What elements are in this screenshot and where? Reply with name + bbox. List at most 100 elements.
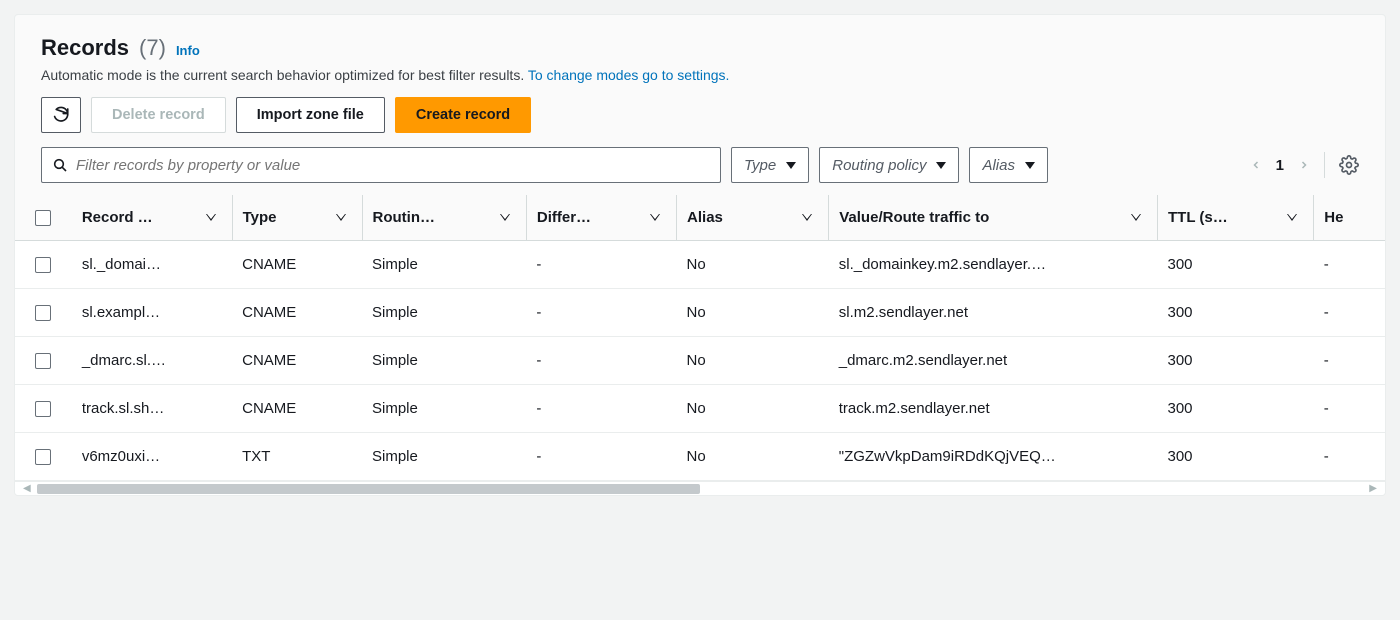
table-row[interactable]: sl._domai…CNAMESimple-Nosl._domainkey.m2…: [15, 241, 1385, 289]
col-routing[interactable]: Routin…: [362, 195, 526, 241]
pagination: 1: [1250, 152, 1359, 178]
cell-alias: No: [677, 385, 829, 433]
row-checkbox[interactable]: [35, 305, 51, 321]
alias-filter[interactable]: Alias: [969, 147, 1048, 183]
filter-row: Type Routing policy Alias 1: [41, 147, 1359, 183]
chevron-down-icon: [786, 162, 796, 169]
subtitle-text: Automatic mode is the current search beh…: [41, 67, 528, 83]
routing-filter-label: Routing policy: [832, 157, 926, 174]
refresh-button[interactable]: [41, 97, 81, 133]
records-panel: Records (7) Info Automatic mode is the c…: [14, 14, 1386, 496]
alias-filter-label: Alias: [982, 157, 1015, 174]
cell-ttl: 300: [1158, 433, 1314, 481]
cell-ttl: 300: [1158, 385, 1314, 433]
filter-icon: [1287, 214, 1297, 221]
next-page-button[interactable]: [1298, 156, 1310, 174]
row-checkbox[interactable]: [35, 353, 51, 369]
cell-record-name: sl.exampl…: [72, 289, 232, 337]
search-input[interactable]: [76, 157, 710, 174]
col-health[interactable]: He: [1314, 195, 1385, 241]
refresh-icon: [52, 106, 70, 124]
cell-record-name: sl._domai…: [72, 241, 232, 289]
col-type[interactable]: Type: [232, 195, 362, 241]
col-differentiator[interactable]: Differ…: [526, 195, 676, 241]
scrollbar-thumb[interactable]: [37, 484, 700, 494]
cell-routing: Simple: [362, 385, 526, 433]
select-all-checkbox[interactable]: [35, 210, 51, 226]
page-number: 1: [1276, 157, 1284, 174]
col-ttl[interactable]: TTL (s…: [1158, 195, 1314, 241]
cell-value: sl._domainkey.m2.sendlayer.…: [829, 241, 1158, 289]
cell-ttl: 300: [1158, 337, 1314, 385]
search-icon: [52, 157, 68, 173]
cell-health: -: [1314, 241, 1385, 289]
col-alias[interactable]: Alias: [677, 195, 829, 241]
cell-ttl: 300: [1158, 241, 1314, 289]
cell-differentiator: -: [526, 241, 676, 289]
routing-filter[interactable]: Routing policy: [819, 147, 959, 183]
cell-value: track.m2.sendlayer.net: [829, 385, 1158, 433]
actions-row: Delete record Import zone file Create re…: [41, 97, 1359, 133]
chevron-down-icon: [1025, 162, 1035, 169]
cell-alias: No: [677, 433, 829, 481]
cell-routing: Simple: [362, 289, 526, 337]
prev-page-button[interactable]: [1250, 156, 1262, 174]
cell-record-name: track.sl.sh…: [72, 385, 232, 433]
cell-type: CNAME: [232, 385, 362, 433]
col-record-name[interactable]: Record …: [72, 195, 232, 241]
table-row[interactable]: v6mz0uxi…TXTSimple-No"ZGZwVkpDam9iRDdKQj…: [15, 433, 1385, 481]
cell-type: CNAME: [232, 337, 362, 385]
row-checkbox[interactable]: [35, 449, 51, 465]
divider: [1324, 152, 1325, 178]
records-table: Record … Type Routin… Differ… Alias Valu…: [15, 195, 1385, 481]
search-box[interactable]: [41, 147, 721, 183]
cell-value: "ZGZwVkpDam9iRDdKQjVEQ…: [829, 433, 1158, 481]
row-checkbox[interactable]: [35, 257, 51, 273]
cell-health: -: [1314, 289, 1385, 337]
settings-link[interactable]: To change modes go to settings.: [528, 67, 730, 83]
table-container: Record … Type Routin… Differ… Alias Valu…: [15, 195, 1385, 481]
type-filter-label: Type: [744, 157, 776, 174]
row-checkbox[interactable]: [35, 401, 51, 417]
col-value[interactable]: Value/Route traffic to: [829, 195, 1158, 241]
filter-icon: [650, 214, 660, 221]
cell-alias: No: [677, 241, 829, 289]
chevron-left-icon: [1250, 156, 1262, 174]
scroll-right-icon: ▶: [1367, 484, 1377, 494]
cell-type: TXT: [232, 433, 362, 481]
cell-differentiator: -: [526, 337, 676, 385]
filter-icon: [500, 214, 510, 221]
cell-health: -: [1314, 337, 1385, 385]
cell-value: _dmarc.m2.sendlayer.net: [829, 337, 1158, 385]
gear-icon: [1339, 155, 1359, 175]
cell-value: sl.m2.sendlayer.net: [829, 289, 1158, 337]
cell-record-name: v6mz0uxi…: [72, 433, 232, 481]
panel-header: Records (7) Info Automatic mode is the c…: [15, 15, 1385, 195]
type-filter[interactable]: Type: [731, 147, 809, 183]
title-row: Records (7) Info: [41, 35, 1359, 61]
table-header-row: Record … Type Routin… Differ… Alias Valu…: [15, 195, 1385, 241]
table-row[interactable]: sl.exampl…CNAMESimple-Nosl.m2.sendlayer.…: [15, 289, 1385, 337]
table-row[interactable]: track.sl.sh…CNAMESimple-Notrack.m2.sendl…: [15, 385, 1385, 433]
cell-ttl: 300: [1158, 289, 1314, 337]
horizontal-scrollbar[interactable]: ◀ ▶: [15, 481, 1385, 495]
filter-icon: [206, 214, 216, 221]
table-row[interactable]: _dmarc.sl.…CNAMESimple-No_dmarc.m2.sendl…: [15, 337, 1385, 385]
cell-routing: Simple: [362, 337, 526, 385]
scroll-left-icon: ◀: [23, 484, 33, 494]
info-link[interactable]: Info: [176, 43, 200, 58]
cell-differentiator: -: [526, 433, 676, 481]
cell-alias: No: [677, 289, 829, 337]
record-count: (7): [139, 35, 166, 61]
chevron-down-icon: [936, 162, 946, 169]
settings-button[interactable]: [1339, 155, 1359, 175]
filter-icon: [1131, 214, 1141, 221]
cell-type: CNAME: [232, 241, 362, 289]
import-zone-button[interactable]: Import zone file: [236, 97, 385, 133]
cell-differentiator: -: [526, 289, 676, 337]
create-record-button[interactable]: Create record: [395, 97, 531, 133]
cell-routing: Simple: [362, 241, 526, 289]
cell-routing: Simple: [362, 433, 526, 481]
table-body: sl._domai…CNAMESimple-Nosl._domainkey.m2…: [15, 241, 1385, 481]
page-title: Records: [41, 35, 129, 61]
